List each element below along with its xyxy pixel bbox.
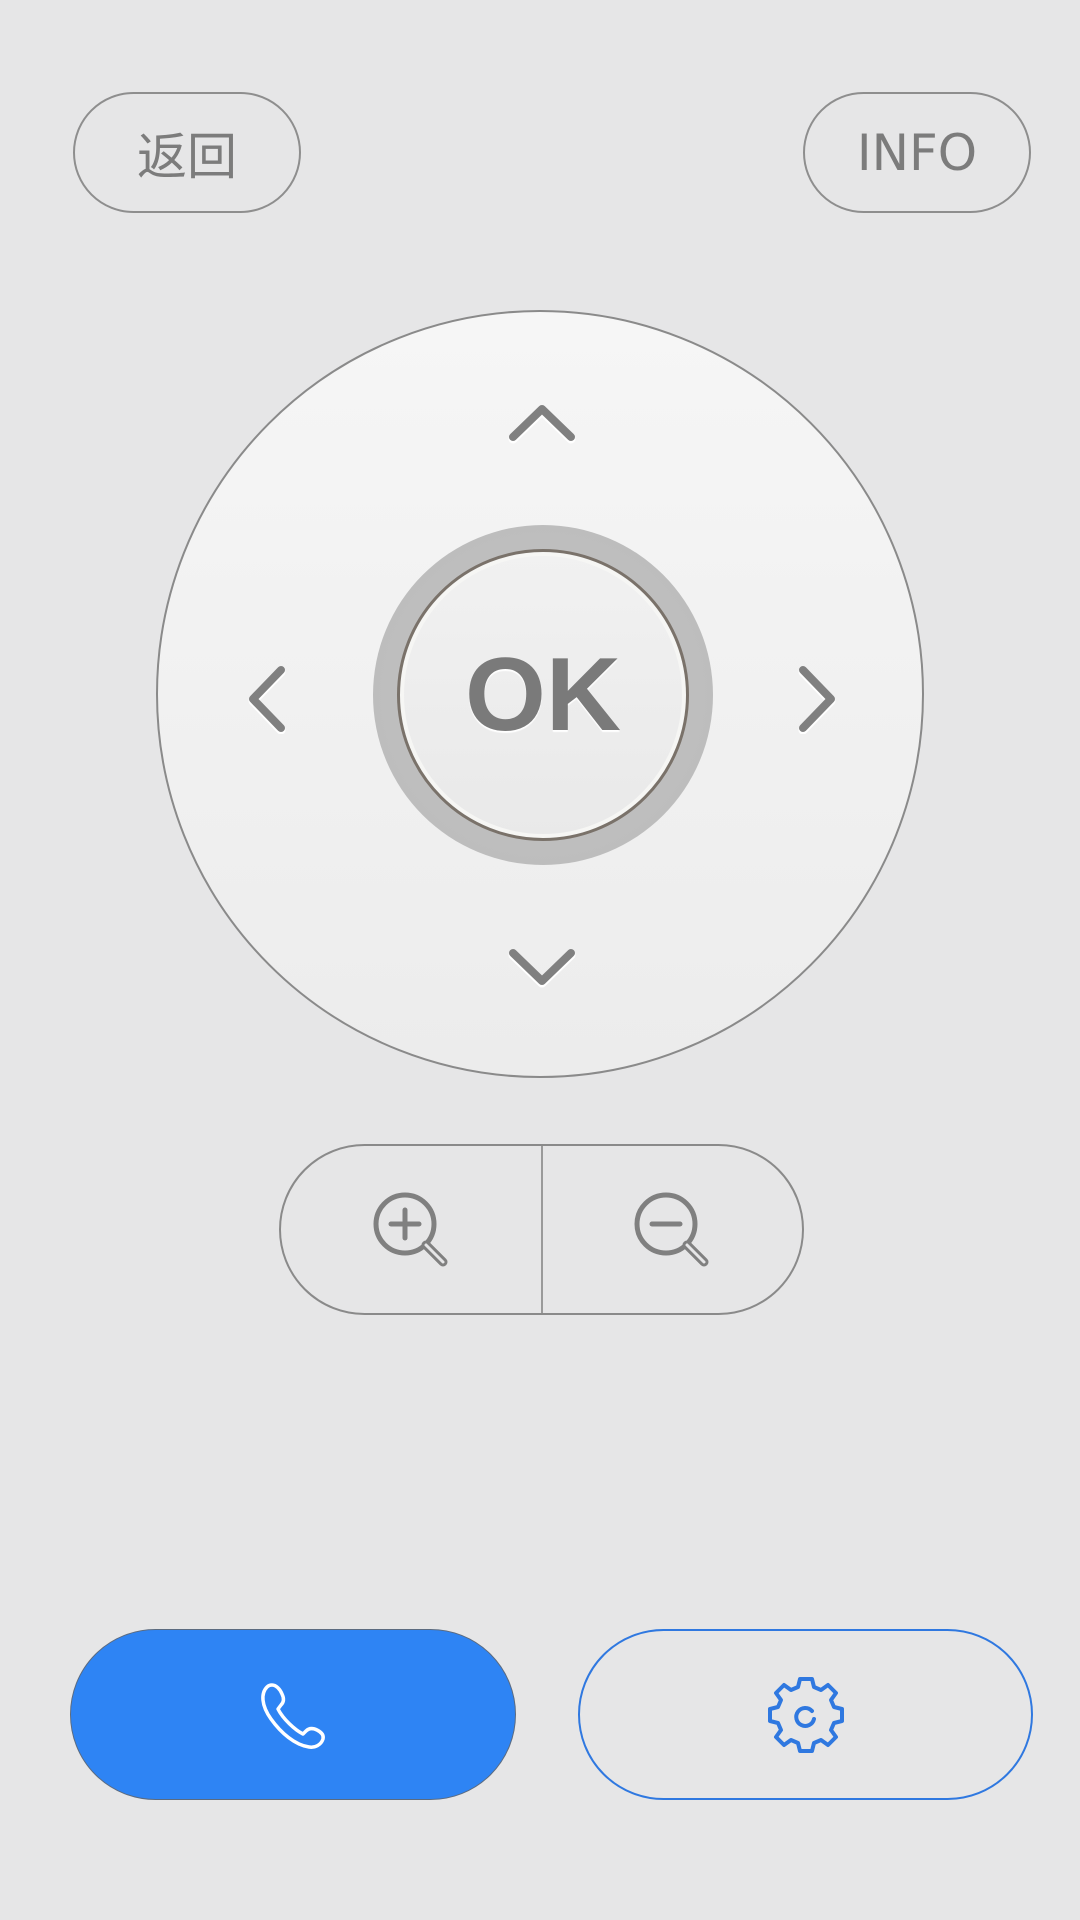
zoom-out-icon [634, 1192, 709, 1266]
chevron-up-icon [508, 405, 576, 444]
back-button[interactable]: 返回 [73, 92, 301, 213]
chevron-right-icon [798, 666, 836, 734]
dpad-left-button[interactable] [221, 654, 311, 744]
back-button-label: 返回 [137, 127, 237, 186]
phone-icon [261, 1682, 325, 1749]
call-button[interactable] [70, 1629, 516, 1800]
zoom-out-button[interactable] [543, 1146, 803, 1313]
gear-icon [767, 1676, 844, 1753]
chevron-down-icon [508, 949, 576, 988]
dpad-down-button[interactable] [497, 923, 587, 1013]
info-button-label: INFO [856, 123, 978, 182]
zoom-control [279, 1144, 804, 1315]
ok-button-ring: OK [373, 525, 713, 865]
direction-pad: OK [156, 310, 924, 1078]
info-button[interactable]: INFO [803, 92, 1031, 213]
settings-button[interactable] [578, 1629, 1033, 1800]
dpad-right-button[interactable] [773, 654, 863, 744]
ok-button-label: OK [465, 636, 621, 753]
dpad-up-button[interactable] [497, 377, 587, 467]
zoom-in-icon [373, 1192, 448, 1266]
zoom-in-button[interactable] [281, 1146, 541, 1313]
chevron-left-icon [248, 666, 286, 734]
ok-button[interactable]: OK [397, 549, 689, 841]
remote-control-screen: 返回 INFO OK [0, 0, 1080, 1920]
